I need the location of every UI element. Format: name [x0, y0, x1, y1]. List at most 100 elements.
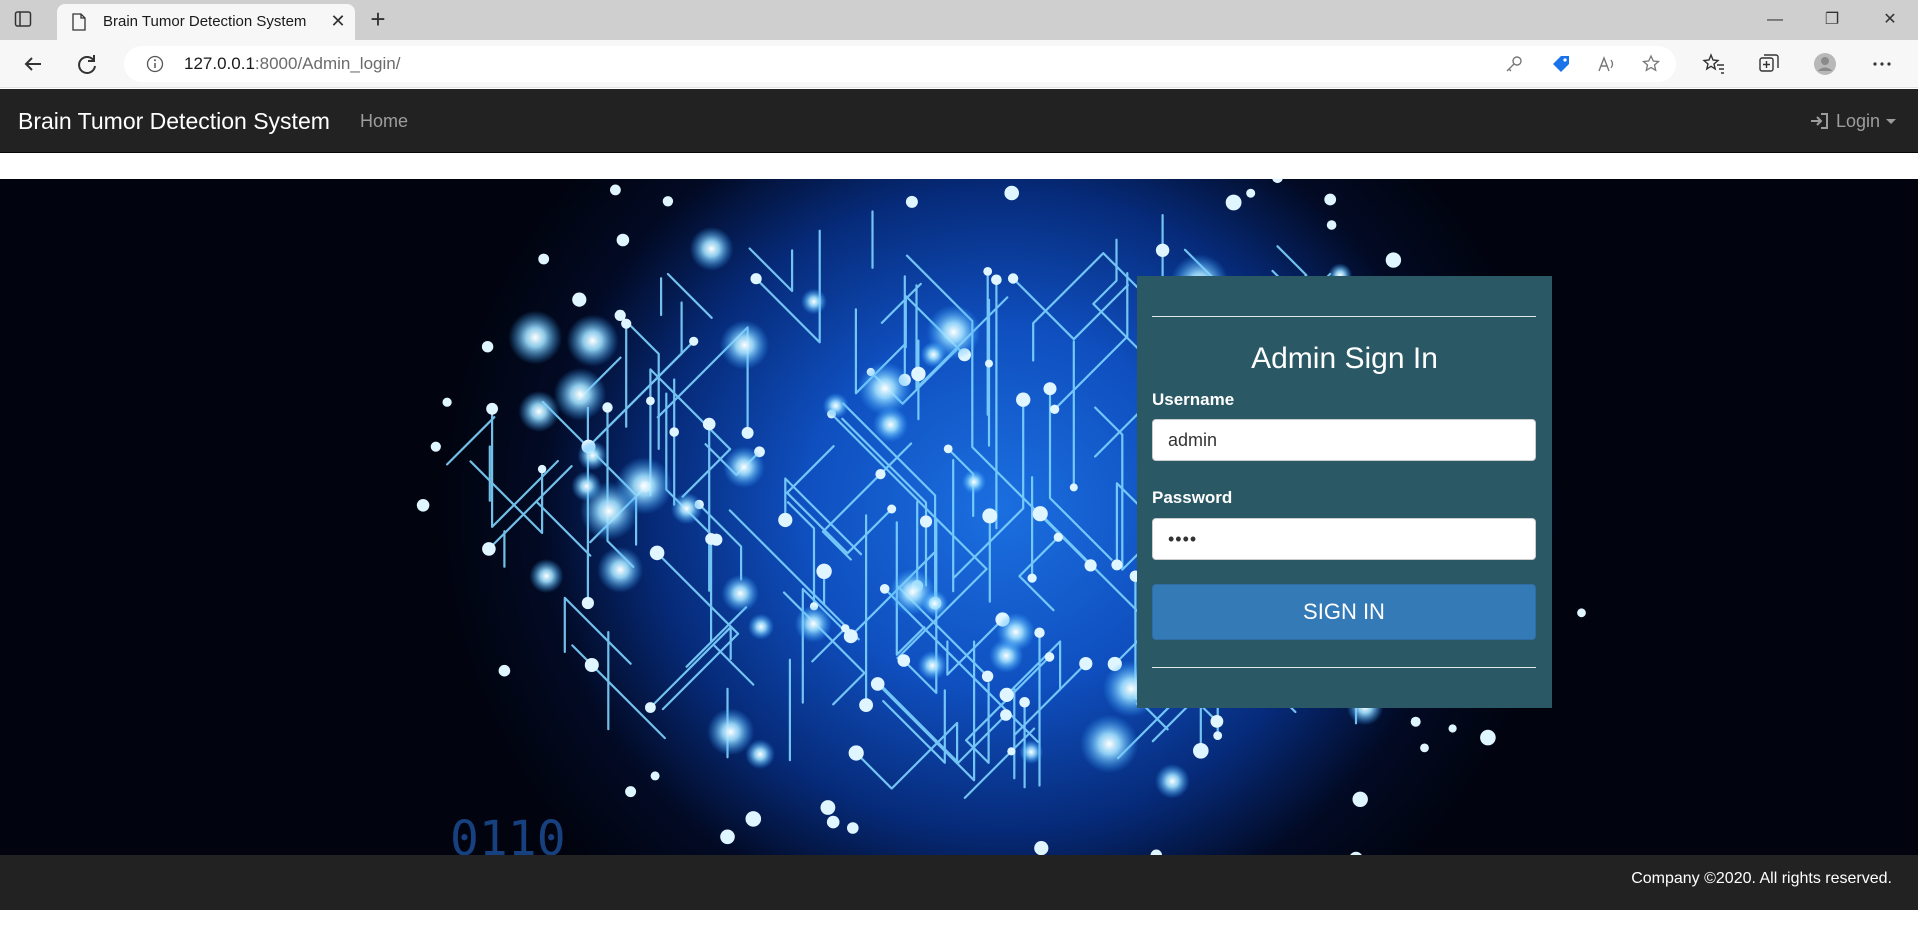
shopping-tag-icon[interactable] [1551, 54, 1571, 74]
site-footer: Company ©2020. All rights reserved. [0, 855, 1918, 910]
browser-tab-active[interactable]: Brain Tumor Detection System ✕ [57, 4, 355, 40]
circuit-node [985, 359, 993, 368]
circuit-node [1213, 731, 1223, 740]
circuit-node [887, 504, 897, 514]
circuit-node [705, 533, 717, 545]
profile-avatar-icon[interactable] [1813, 52, 1837, 76]
site-navbar: Brain Tumor Detection System Home Login [0, 89, 1918, 153]
panel-divider-top [1152, 316, 1536, 317]
minimize-window-icon[interactable]: — [1755, 6, 1795, 34]
circuit-trace [469, 460, 544, 535]
circuit-trace [855, 721, 959, 790]
circuit-trace [571, 644, 666, 740]
circuit-node [1155, 243, 1170, 257]
close-window-icon[interactable]: ✕ [1870, 6, 1910, 34]
close-tab-icon[interactable]: ✕ [328, 11, 348, 31]
circuit-node [1324, 193, 1337, 206]
circuit-node [416, 499, 430, 512]
url-text: 127.0.0.1:8000/Admin_login/ [184, 54, 401, 73]
hero-banner: 0110 [0, 179, 1918, 855]
read-aloud-icon[interactable] [1597, 54, 1617, 74]
glow-spot [721, 574, 760, 613]
nav-home-link[interactable]: Home [360, 111, 408, 132]
circuit-trace [666, 272, 713, 319]
circuit-node [1448, 724, 1457, 733]
circuit-node [537, 464, 547, 474]
chevron-down-icon [1886, 119, 1897, 124]
circuit-node [1043, 382, 1057, 396]
circuit-node [1111, 559, 1123, 571]
restore-window-icon[interactable]: ❐ [1812, 6, 1852, 34]
circuit-node [841, 624, 850, 633]
admin-login-panel: Admin Sign In Username Password •••• SIG… [1137, 276, 1552, 708]
circuit-node [486, 402, 498, 415]
circuit-node [826, 815, 840, 829]
circuit-node [847, 822, 859, 834]
glow-spot [566, 314, 619, 367]
circuit-node [1420, 743, 1429, 753]
glow-spot [857, 361, 912, 416]
circuit-node [1069, 483, 1078, 492]
circuit-node [1210, 715, 1224, 728]
circuit-trace [649, 626, 732, 709]
glow-spot [722, 446, 765, 489]
circuit-node [1246, 188, 1256, 198]
back-arrow-icon[interactable] [19, 50, 47, 78]
circuit-node [905, 195, 918, 208]
glow-spot [822, 392, 849, 419]
circuit-node [875, 469, 886, 480]
glow-spot [926, 304, 981, 360]
refresh-icon[interactable] [73, 50, 101, 78]
sign-in-button[interactable]: SIGN IN [1152, 584, 1536, 640]
circuit-node [1034, 841, 1049, 855]
page-icon [72, 13, 86, 31]
glow-spot [670, 492, 703, 525]
circuit-node [650, 771, 660, 781]
circuit-node [816, 563, 832, 579]
circuit-node [1193, 743, 1209, 759]
circuit-trace [830, 412, 988, 660]
key-icon[interactable] [1504, 54, 1524, 74]
circuit-node [778, 512, 793, 528]
password-label: Password [1152, 488, 1233, 507]
circuit-node [645, 702, 656, 713]
glow-spot [1019, 740, 1044, 764]
site-info-icon[interactable] [146, 55, 164, 73]
panel-title: Admin Sign In [1251, 342, 1438, 375]
circuit-node [482, 542, 496, 556]
circuit-node [1016, 392, 1031, 407]
circuit-node [1352, 791, 1368, 807]
favorites-icon[interactable] [1702, 52, 1726, 76]
circuit-node [1034, 627, 1045, 638]
glow-spot [518, 390, 560, 432]
site-brand[interactable]: Brain Tumor Detection System [18, 108, 330, 135]
circuit-node [1049, 404, 1060, 414]
panel-divider-bottom [1152, 667, 1536, 668]
circuit-node [610, 184, 621, 196]
more-options-icon[interactable] [1870, 52, 1894, 76]
circuit-node [741, 426, 754, 439]
circuit-node [1225, 194, 1242, 211]
circuit-node [430, 441, 441, 452]
new-tab-icon[interactable]: + [366, 6, 390, 32]
circuit-trace [882, 689, 946, 764]
circuit-node [859, 698, 873, 712]
circuit-trace [786, 445, 893, 555]
address-bar[interactable]: 127.0.0.1:8000/Admin_login/ [124, 46, 1676, 82]
add-favorite-icon[interactable] [1641, 54, 1661, 74]
glow-spot [579, 481, 639, 541]
circuit-node [982, 508, 998, 524]
nav-login-label: Login [1836, 111, 1881, 131]
circuit-trace [880, 282, 922, 324]
nav-login-dropdown[interactable]: Login [1810, 111, 1897, 132]
collections-icon[interactable] [1757, 52, 1781, 76]
circuit-node [1326, 220, 1337, 230]
glow-spot [707, 708, 755, 756]
circuit-node [848, 745, 864, 761]
circuit-node [983, 267, 993, 276]
password-input[interactable]: •••• [1152, 518, 1536, 560]
circuit-node [702, 417, 716, 431]
binary-watermark: 0110 [450, 811, 566, 855]
username-input[interactable] [1152, 419, 1536, 461]
tab-actions-icon[interactable] [14, 10, 32, 28]
